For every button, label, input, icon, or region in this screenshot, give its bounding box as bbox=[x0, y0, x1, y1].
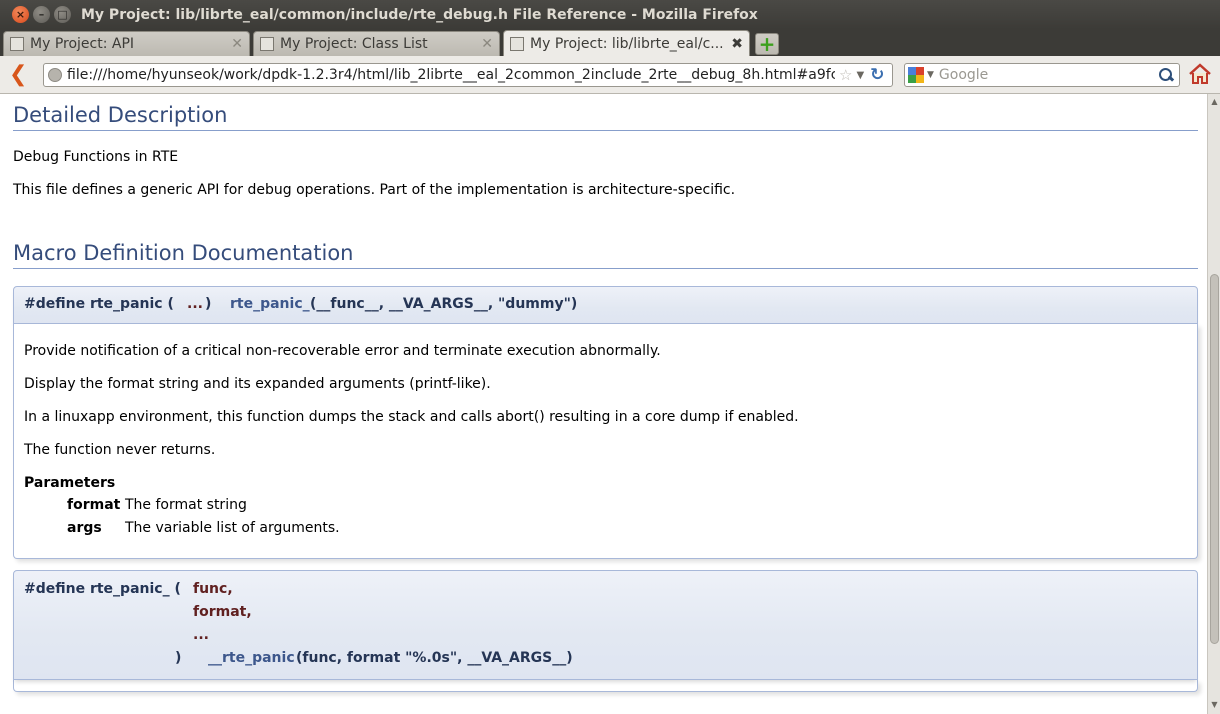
rte-panic-internal-link[interactable]: __rte_panic bbox=[208, 650, 295, 666]
back-button[interactable]: ❮ bbox=[9, 63, 29, 86]
globe-icon bbox=[48, 68, 62, 82]
parameter-name: ... bbox=[193, 627, 209, 643]
parameters-heading: Parameters bbox=[24, 475, 116, 491]
parameter-name: format, bbox=[193, 604, 252, 620]
parameter-name: ... bbox=[187, 296, 203, 312]
search-input[interactable]: Google bbox=[939, 67, 1158, 83]
bookmark-star-icon[interactable]: ☆ bbox=[839, 66, 852, 84]
tab-label: My Project: Class List bbox=[280, 36, 428, 52]
google-icon[interactable] bbox=[908, 67, 924, 83]
heading-divider bbox=[13, 130, 1198, 131]
scrollbar-thumb[interactable] bbox=[1210, 274, 1219, 644]
macro-expansion: (func, format "%.0s", __VA_ARGS__) bbox=[296, 650, 573, 666]
close-icon[interactable]: ✕ bbox=[481, 36, 493, 52]
doc-paragraph: Display the format string and its expand… bbox=[24, 376, 491, 392]
url-bar[interactable]: file:///home/hyunseok/work/dpdk-1.2.3r4/… bbox=[43, 63, 893, 87]
page-icon bbox=[510, 36, 524, 51]
window-minimize-button[interactable]: – bbox=[33, 6, 50, 23]
window-close-button[interactable]: × bbox=[12, 6, 29, 23]
page-icon bbox=[10, 37, 24, 51]
url-dropdown-icon[interactable]: ▼ bbox=[856, 70, 864, 81]
scroll-up-icon[interactable]: ▲ bbox=[1210, 97, 1219, 106]
search-icon[interactable] bbox=[1158, 67, 1174, 83]
parameter-description: The format string bbox=[125, 497, 247, 513]
page-icon bbox=[260, 37, 274, 51]
macro-expansion: (__func__, __VA_ARGS__, "dummy") bbox=[310, 296, 578, 312]
scroll-down-icon[interactable]: ▼ bbox=[1210, 700, 1219, 709]
tab-label: My Project: lib/librte_eal/c... bbox=[530, 35, 724, 52]
macro-prototype: #define rte_panic ( ... ) rte_panic_ (__… bbox=[13, 286, 1198, 324]
parameter-name: func, bbox=[193, 581, 233, 597]
title-bar: × – □ My Project: lib/librte_eal/common/… bbox=[0, 0, 1220, 29]
define-keyword: #define rte_panic_ ( bbox=[24, 581, 181, 597]
new-tab-button[interactable]: + bbox=[755, 33, 779, 55]
page-content: Detailed Description Debug Functions in … bbox=[0, 94, 1207, 714]
macro-rte-panic: #define rte_panic ( ... ) rte_panic_ (__… bbox=[13, 286, 1198, 559]
macro-definition-heading: Macro Definition Documentation bbox=[13, 241, 354, 265]
reload-icon[interactable]: ↻ bbox=[870, 65, 884, 85]
navigation-bar: ❮ file:///home/hyunseok/work/dpdk-1.2.3r… bbox=[0, 56, 1220, 94]
macro-prototype: #define rte_panic_ ( func, format, ... )… bbox=[13, 570, 1198, 680]
doc-paragraph: Provide notification of a critical non-r… bbox=[24, 343, 661, 359]
doc-paragraph: In a linuxapp environment, this function… bbox=[24, 409, 799, 425]
close-paren: ) bbox=[175, 650, 182, 666]
vertical-scrollbar[interactable]: ▲ ▼ bbox=[1207, 94, 1220, 714]
brief-text: Debug Functions in RTE bbox=[13, 149, 179, 165]
parameter-description: The variable list of arguments. bbox=[125, 520, 340, 536]
home-icon[interactable] bbox=[1188, 62, 1212, 86]
search-engine-dropdown-icon[interactable]: ▼ bbox=[927, 70, 934, 80]
search-bar[interactable]: ▼ Google bbox=[904, 63, 1180, 87]
macro-documentation bbox=[13, 680, 1198, 692]
window-maximize-button[interactable]: □ bbox=[54, 6, 71, 23]
parameter-name: format bbox=[67, 497, 121, 513]
rte-panic-link[interactable]: rte_panic_ bbox=[230, 296, 310, 312]
description-text: This file defines a generic API for debu… bbox=[13, 182, 736, 198]
close-icon[interactable]: ✕ bbox=[231, 36, 243, 52]
tab-label: My Project: API bbox=[30, 36, 135, 52]
close-icon[interactable]: ✖ bbox=[731, 36, 743, 52]
tab-class-list[interactable]: My Project: Class List ✕ bbox=[253, 31, 500, 56]
detailed-description-heading: Detailed Description bbox=[13, 103, 228, 127]
doc-paragraph: The function never returns. bbox=[24, 442, 216, 458]
tab-rte-debug[interactable]: My Project: lib/librte_eal/c... ✖ bbox=[503, 30, 750, 56]
tab-bar: My Project: API ✕ My Project: Class List… bbox=[0, 29, 1220, 56]
macro-documentation: Provide notification of a critical non-r… bbox=[13, 324, 1198, 559]
heading-divider bbox=[13, 268, 1198, 269]
window-title: My Project: lib/librte_eal/common/includ… bbox=[81, 6, 758, 23]
tab-api[interactable]: My Project: API ✕ bbox=[3, 31, 250, 56]
parameter-name: args bbox=[67, 520, 102, 536]
url-text[interactable]: file:///home/hyunseok/work/dpdk-1.2.3r4/… bbox=[67, 67, 835, 83]
close-paren: ) bbox=[205, 296, 212, 312]
define-keyword: #define rte_panic ( bbox=[24, 296, 174, 312]
macro-rte-panic-underscore: #define rte_panic_ ( func, format, ... )… bbox=[13, 570, 1198, 692]
